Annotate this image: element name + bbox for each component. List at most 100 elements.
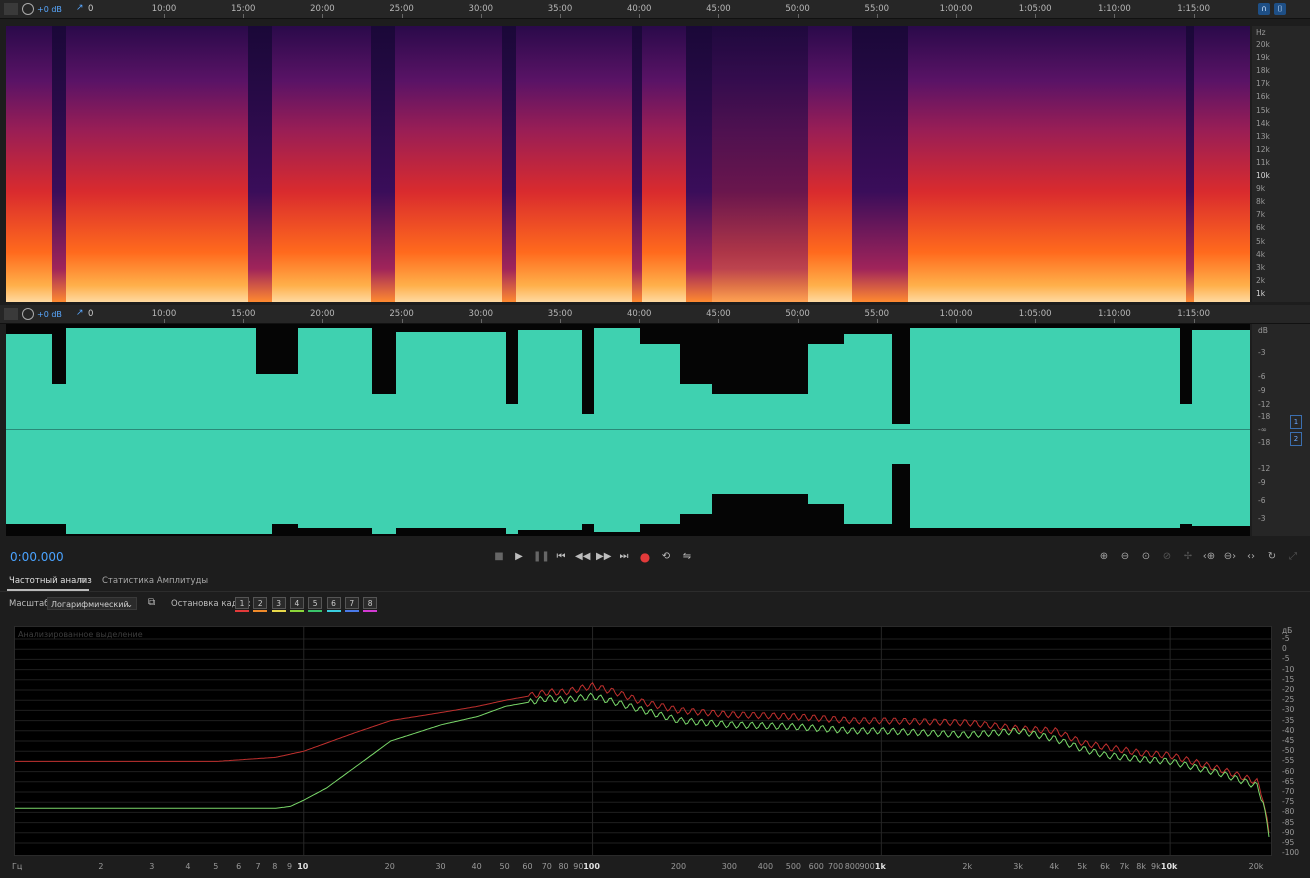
freeze-frame-3-button[interactable]: 3 [271,597,286,612]
ruler-top-tick-label: 40:00 [626,4,652,14]
timeline-ruler-bottom[interactable]: +0 dB ↗ 0 10:00 15:00 20:00 25:00 30:00 35:00… [0,305,1310,324]
freeze-frame-7-button[interactable]: 7 [344,597,359,612]
headphones-icon[interactable]: ∩ [1258,3,1270,15]
ruler-bottom-tick-mark [243,319,245,323]
ruler-top-tick-label: 1:10:00 [1098,4,1131,14]
ruler-bottom-tick-label: 1:15:00 [1177,309,1210,319]
zoom-in-time-icon[interactable]: ‹⊕ [1201,550,1217,564]
ruler-bottom-tick-mark [718,319,720,323]
time-display[interactable]: 0:00.000 [10,550,64,564]
zoom-out-amplitude-icon[interactable]: ⊖ [1117,550,1133,564]
frequency-analysis-graph[interactable]: Анализированное выделение [14,626,1272,856]
waveform-segment [680,384,712,514]
db-tick-label: -35 [1282,715,1295,725]
zoom-in-amplitude-icon[interactable]: ⊕ [1096,550,1112,564]
play-button[interactable]: ▶ [512,550,526,564]
pause-button[interactable]: ❚❚ [533,550,550,564]
record-button[interactable]: ● [638,550,652,564]
db-tick-label: -25 [1282,695,1295,705]
hz-tick-label: 1k [874,862,886,871]
zoom-selection-icon[interactable]: ⊘ [1159,550,1175,564]
track-toggle-icon[interactable] [4,308,18,320]
db-tick-label: -60 [1282,766,1295,776]
frequency-label: 14k [1256,118,1270,128]
waveform-segment [594,328,640,532]
freeze-frame-8-button[interactable]: 8 [363,597,378,612]
ruler-bottom-tick-mark [639,319,641,323]
hz-tick-label: 90 [573,862,584,871]
volume-knob-icon[interactable] [22,3,34,15]
channel-2-toggle[interactable]: 2 [1290,432,1302,446]
zoom-reset-icon[interactable]: ⊙ [1138,550,1154,564]
freeze-frame-1-button[interactable]: 1 [235,597,249,612]
zoom-full-icon[interactable]: ✢ [1180,550,1196,564]
hz-tick-label: 600 [808,862,824,871]
scale-select[interactable]: Логарифмический ⌄ [47,597,137,610]
freeze-frame-color [235,610,249,612]
ruler-top-tick-mark [1193,14,1195,18]
hz-tick-label: 50 [499,862,510,871]
ruler-bottom-tick-label: 40:00 [626,309,652,319]
pin-icon[interactable]: ↗ [76,3,84,13]
frequency-label: 7k [1256,210,1266,220]
waveform-display[interactable] [6,324,1250,536]
waveform-segment [396,332,506,528]
freeze-frame-label: 8 [367,599,373,608]
quiet-band [502,26,516,302]
tab-amplitude-statistics[interactable]: Статистика Амплитуды [102,576,208,586]
panel-menu-icon[interactable]: ≡ [80,576,88,586]
db-tick-label: -50 [1282,746,1295,756]
fast-forward-button[interactable]: ▶▶ [596,550,611,564]
hz-tick-label: 60 [522,862,533,871]
amplitude-label: -6 [1258,496,1266,505]
waveform-segment [808,344,844,504]
db-tick-label: -15 [1282,674,1295,684]
waveform-centerline [6,429,1250,430]
waveform-segment [272,374,298,524]
zoom-playhead-icon[interactable]: ↻ [1264,550,1280,564]
freeze-frame-2-button[interactable]: 2 [253,597,268,612]
go-to-start-button[interactable]: ⏮ [554,550,568,564]
track-toggle-icon[interactable] [4,3,18,15]
hz-tick-label: 400 [757,862,774,871]
stop-button[interactable]: ■ [492,550,506,564]
zoom-out-time-icon[interactable]: ⊖› [1222,550,1238,564]
channel-1-toggle[interactable]: 1 [1290,415,1302,429]
ruler-top-tick-label: 55:00 [864,4,890,14]
hz-tick-label: 70 [541,862,552,871]
waveform-segment [712,394,808,494]
freeze-frame-label: 3 [276,599,281,608]
spectral-display[interactable] [6,26,1250,302]
freeze-frame-5-button[interactable]: 5 [308,597,323,612]
db-tick-label: -75 [1282,797,1295,807]
hz-tick-label: 7 [255,862,261,871]
ruler-top-tick-mark [876,14,878,18]
zoom-fit-icon[interactable]: ⤢ [1285,550,1301,564]
hz-tick-label: 500 [785,862,802,871]
skip-selection-button[interactable]: ⇋ [680,550,694,564]
hz-tick-label: 4k [1049,862,1060,871]
hz-tick-label: 6 [236,862,242,871]
quiet-band [852,26,908,302]
freeze-frame-4-button[interactable]: 4 [289,597,304,612]
copy-icon[interactable]: ⧉ [148,597,155,608]
db-tick-label: -40 [1282,725,1295,735]
db-tick-label: -70 [1282,787,1295,796]
ruler-bottom-tick-label: 15:00 [230,309,256,319]
db-tick-label: -5 [1282,654,1290,664]
ruler-bottom-tick-label: 45:00 [706,309,731,319]
ruler-top-tick-label: 20:00 [310,4,335,14]
zoom-out-full-icon[interactable]: ‹› [1243,550,1259,564]
quiet-band [712,26,808,302]
loop-button[interactable]: ⟲ [659,550,673,564]
freeze-frame-color [344,610,359,612]
frequency-label: 17k [1256,79,1270,89]
go-to-end-button[interactable]: ⏭ [617,550,631,564]
freeze-frame-6-button[interactable]: 6 [326,597,341,612]
pin-icon[interactable]: ↗ [76,308,84,318]
frequency-label: 8k [1256,197,1266,207]
volume-knob-icon[interactable] [22,308,34,320]
timeline-ruler-top[interactable]: +0 dB ↗ 0 10:00 15:00 20:00 25:00 30:00 35:00… [0,0,1310,19]
marker-icon[interactable]: ⌷ [1274,3,1286,15]
rewind-button[interactable]: ◀◀ [575,550,590,564]
